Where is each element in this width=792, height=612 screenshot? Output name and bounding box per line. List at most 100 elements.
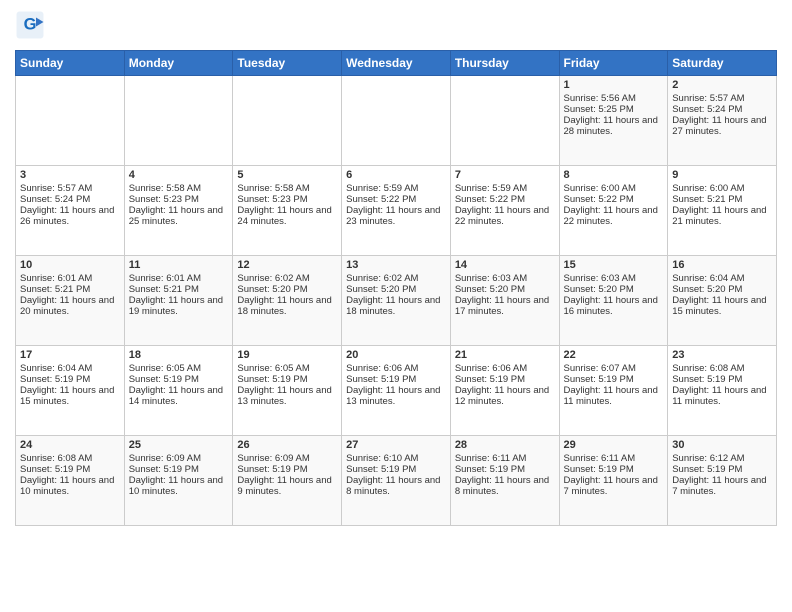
- logo-icon: G: [15, 10, 45, 40]
- calendar-cell: 5Sunrise: 5:58 AMSunset: 5:23 PMDaylight…: [233, 166, 342, 256]
- sunrise-text: Sunrise: 6:07 AM: [564, 363, 636, 374]
- sunset-text: Sunset: 5:19 PM: [672, 464, 742, 475]
- calendar-cell: 12Sunrise: 6:02 AMSunset: 5:20 PMDayligh…: [233, 256, 342, 346]
- sunset-text: Sunset: 5:22 PM: [455, 194, 525, 205]
- daylight-text: Daylight: 11 hours and 11 minutes.: [564, 385, 658, 407]
- calendar-cell: 21Sunrise: 6:06 AMSunset: 5:19 PMDayligh…: [450, 346, 559, 436]
- day-number: 15: [564, 259, 664, 271]
- sunset-text: Sunset: 5:24 PM: [20, 194, 90, 205]
- day-number: 28: [455, 439, 555, 451]
- sunrise-text: Sunrise: 6:05 AM: [237, 363, 309, 374]
- daylight-text: Daylight: 11 hours and 19 minutes.: [129, 295, 223, 317]
- calendar-week-3: 10Sunrise: 6:01 AMSunset: 5:21 PMDayligh…: [16, 256, 777, 346]
- sunrise-text: Sunrise: 6:03 AM: [564, 273, 636, 284]
- sunrise-text: Sunrise: 6:04 AM: [672, 273, 744, 284]
- day-header-tuesday: Tuesday: [233, 51, 342, 76]
- sunset-text: Sunset: 5:19 PM: [129, 464, 199, 475]
- daylight-text: Daylight: 11 hours and 16 minutes.: [564, 295, 658, 317]
- day-header-saturday: Saturday: [668, 51, 777, 76]
- daylight-text: Daylight: 11 hours and 13 minutes.: [346, 385, 440, 407]
- daylight-text: Daylight: 11 hours and 17 minutes.: [455, 295, 549, 317]
- sunrise-text: Sunrise: 6:08 AM: [672, 363, 744, 374]
- sunset-text: Sunset: 5:20 PM: [564, 284, 634, 295]
- sunrise-text: Sunrise: 6:11 AM: [564, 453, 636, 464]
- calendar-cell: 22 Sunrise: 6:07 AMSunset: 5:19 PMDayligh…: [559, 346, 668, 436]
- sunrise-text: Sunrise: 5:59 AM: [455, 183, 527, 194]
- daylight-text: Daylight: 11 hours and 14 minutes.: [129, 385, 223, 407]
- day-number: 16: [672, 259, 772, 271]
- calendar-week-5: 24Sunrise: 6:08 AMSunset: 5:19 PMDayligh…: [16, 436, 777, 526]
- calendar-cell: 30Sunrise: 6:12 AMSunset: 5:19 PMDayligh…: [668, 436, 777, 526]
- calendar-cell: 13Sunrise: 6:02 AMSunset: 5:20 PMDayligh…: [342, 256, 451, 346]
- calendar-cell: [16, 76, 125, 166]
- sunrise-text: Sunrise: 6:03 AM: [455, 273, 527, 284]
- sunrise-text: Sunrise: 5:57 AM: [672, 93, 744, 104]
- sunrise-text: Sunrise: 5:59 AM: [346, 183, 418, 194]
- daylight-text: Daylight: 11 hours and 26 minutes.: [20, 205, 114, 227]
- calendar-cell: 3Sunrise: 5:57 AMSunset: 5:24 PMDaylight…: [16, 166, 125, 256]
- day-number: 20: [346, 349, 446, 361]
- sunset-text: Sunset: 5:21 PM: [129, 284, 199, 295]
- calendar-header-row: SundayMondayTuesdayWednesdayThursdayFrid…: [16, 51, 777, 76]
- sunset-text: Sunset: 5:24 PM: [672, 104, 742, 115]
- daylight-text: Daylight: 11 hours and 23 minutes.: [346, 205, 440, 227]
- day-number: 24: [20, 439, 120, 451]
- calendar-cell: 14 Sunrise: 6:03 AMSunset: 5:20 PMDayligh…: [450, 256, 559, 346]
- day-header-friday: Friday: [559, 51, 668, 76]
- day-number: 10: [20, 259, 120, 271]
- calendar-week-2: 3Sunrise: 5:57 AMSunset: 5:24 PMDaylight…: [16, 166, 777, 256]
- calendar-cell: 24Sunrise: 6:08 AMSunset: 5:19 PMDayligh…: [16, 436, 125, 526]
- day-header-monday: Monday: [124, 51, 233, 76]
- sunrise-text: Sunrise: 6:09 AM: [129, 453, 201, 464]
- sunrise-text: Sunrise: 6:01 AM: [129, 273, 201, 284]
- sunset-text: Sunset: 5:20 PM: [455, 284, 525, 295]
- day-number: 14: [455, 259, 555, 271]
- page-header: G: [15, 10, 777, 40]
- sunset-text: Sunset: 5:19 PM: [455, 464, 525, 475]
- sunset-text: Sunset: 5:19 PM: [564, 374, 634, 385]
- day-number: 23: [672, 349, 772, 361]
- sunset-text: Sunset: 5:20 PM: [237, 284, 307, 295]
- calendar-cell: 16 Sunrise: 6:04 AMSunset: 5:20 PMDayligh…: [668, 256, 777, 346]
- calendar-cell: 2Sunrise: 5:57 AMSunset: 5:24 PMDaylight…: [668, 76, 777, 166]
- daylight-text: Daylight: 11 hours and 24 minutes.: [237, 205, 331, 227]
- day-header-sunday: Sunday: [16, 51, 125, 76]
- daylight-text: Daylight: 11 hours and 15 minutes.: [20, 385, 114, 407]
- sunset-text: Sunset: 5:20 PM: [672, 284, 742, 295]
- daylight-text: Daylight: 11 hours and 15 minutes.: [672, 295, 766, 317]
- day-number: 29: [564, 439, 664, 451]
- day-number: 6: [346, 169, 446, 181]
- daylight-text: Daylight: 11 hours and 7 minutes.: [564, 475, 658, 497]
- day-number: 9: [672, 169, 772, 181]
- daylight-text: Daylight: 11 hours and 21 minutes.: [672, 205, 766, 227]
- daylight-text: Daylight: 11 hours and 8 minutes.: [346, 475, 440, 497]
- sunrise-text: Sunrise: 6:04 AM: [20, 363, 92, 374]
- day-number: 25: [129, 439, 229, 451]
- daylight-text: Daylight: 11 hours and 18 minutes.: [237, 295, 331, 317]
- day-number: 17: [20, 349, 120, 361]
- day-number: 1: [564, 79, 664, 91]
- sunrise-text: Sunrise: 6:00 AM: [564, 183, 636, 194]
- sunset-text: Sunset: 5:21 PM: [20, 284, 90, 295]
- day-number: 3: [20, 169, 120, 181]
- sunset-text: Sunset: 5:20 PM: [346, 284, 416, 295]
- calendar-cell: 17 Sunrise: 6:04 AMSunset: 5:19 PMDayligh…: [16, 346, 125, 436]
- daylight-text: Daylight: 11 hours and 28 minutes.: [564, 115, 658, 137]
- day-number: 21: [455, 349, 555, 361]
- sunset-text: Sunset: 5:19 PM: [672, 374, 742, 385]
- sunrise-text: Sunrise: 5:58 AM: [237, 183, 309, 194]
- sunrise-text: Sunrise: 6:06 AM: [455, 363, 527, 374]
- daylight-text: Daylight: 11 hours and 18 minutes.: [346, 295, 440, 317]
- sunrise-text: Sunrise: 6:02 AM: [346, 273, 418, 284]
- sunset-text: Sunset: 5:19 PM: [346, 464, 416, 475]
- calendar-cell: 15 Sunrise: 6:03 AMSunset: 5:20 PMDayligh…: [559, 256, 668, 346]
- daylight-text: Daylight: 11 hours and 8 minutes.: [455, 475, 549, 497]
- day-number: 22: [564, 349, 664, 361]
- sunset-text: Sunset: 5:19 PM: [20, 374, 90, 385]
- sunset-text: Sunset: 5:23 PM: [237, 194, 307, 205]
- daylight-text: Daylight: 11 hours and 10 minutes.: [20, 475, 114, 497]
- calendar-cell: 28Sunrise: 6:11 AMSunset: 5:19 PMDayligh…: [450, 436, 559, 526]
- sunrise-text: Sunrise: 6:12 AM: [672, 453, 744, 464]
- daylight-text: Daylight: 11 hours and 13 minutes.: [237, 385, 331, 407]
- calendar-cell: 19Sunrise: 6:05 AMSunset: 5:19 PMDayligh…: [233, 346, 342, 436]
